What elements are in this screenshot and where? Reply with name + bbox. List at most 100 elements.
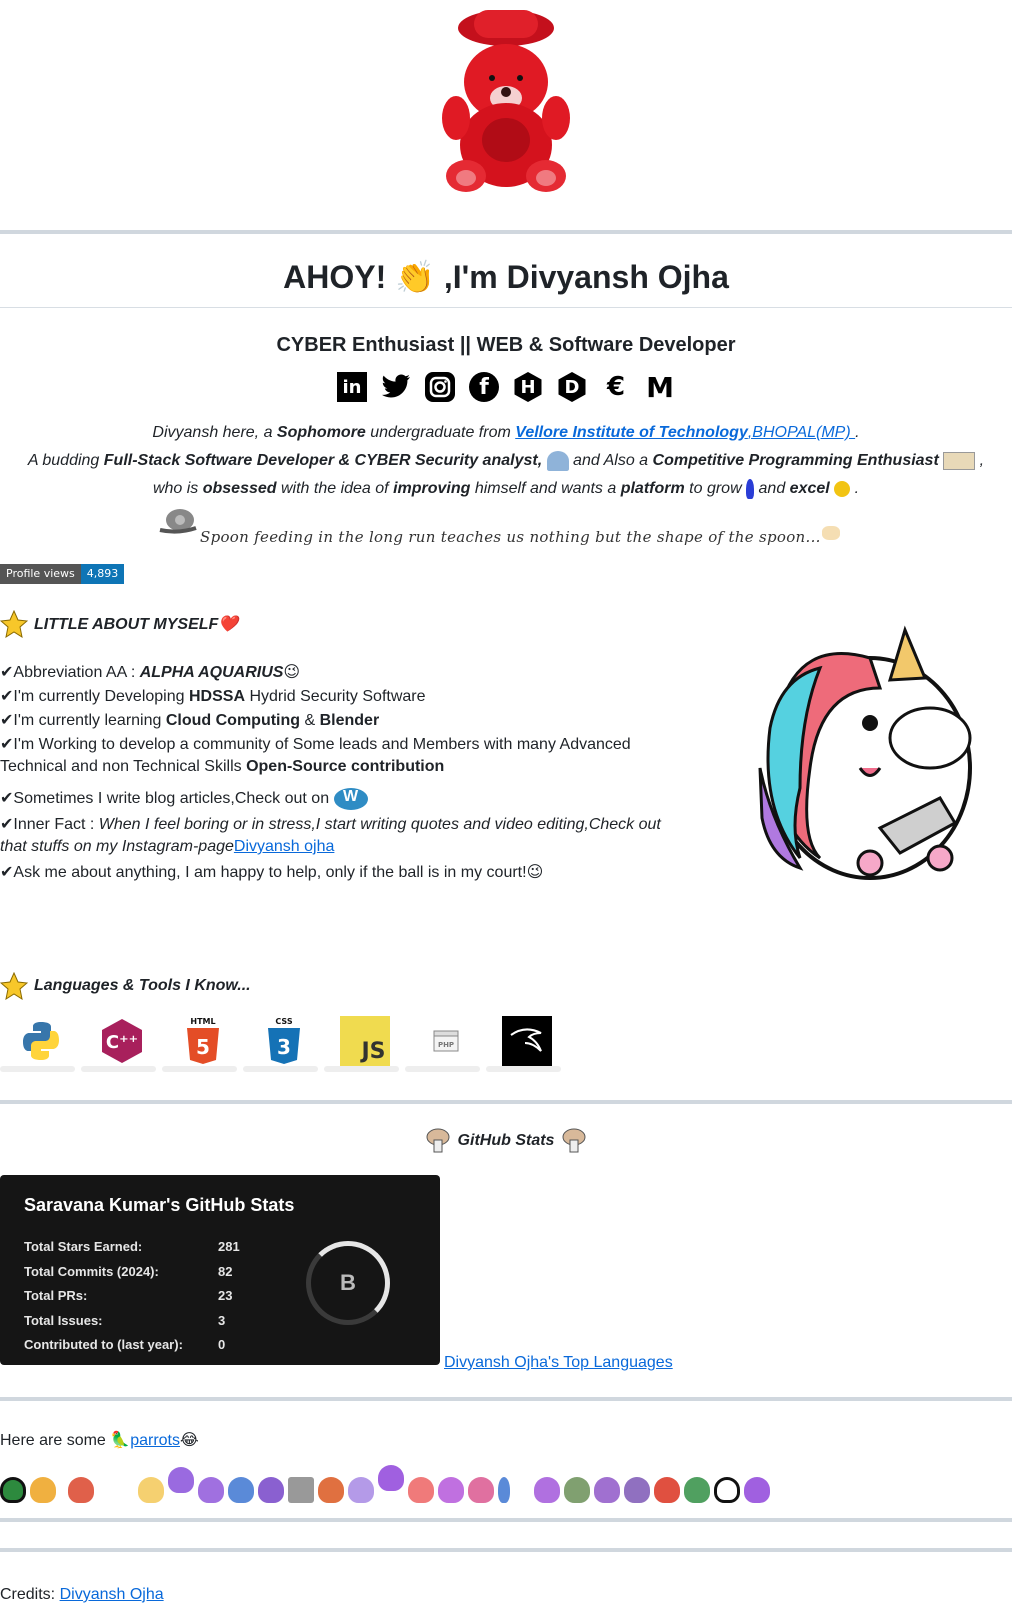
page-title: AHOY! 👏 ,I'm Divyansh Ojha [283,259,729,295]
parrot-icon [654,1477,680,1503]
about-item-3: ✔I'm currently learning Cloud Computing … [0,712,380,729]
credits-link[interactable]: Divyansh Ojha [60,1586,164,1603]
divider [0,1548,1012,1552]
parrot-icon [564,1477,590,1503]
dev-icon[interactable]: D [558,372,586,402]
parrot-icon [348,1477,374,1503]
divider [0,1518,1012,1522]
quote-text: Spoon feeding in the long run teaches us… [200,528,821,546]
html5-icon: HTML 5 [162,1016,243,1074]
intro-line-1: Divyansh here, a Sophomore undergraduate… [152,424,860,441]
parrot-icon [624,1477,650,1503]
parrot-gallery [0,1465,770,1503]
star-icon [0,971,29,1001]
stat-value: 3 [218,1313,226,1328]
hashnode-icon[interactable]: H [514,372,542,402]
gmail-icon[interactable]: M [645,371,675,404]
mushroom-icon [562,1128,586,1154]
top-languages-link[interactable]: Divyansh Ojha's Top Languages [444,1354,673,1372]
parrot-icon [318,1477,344,1503]
clap-icon: 👏 [395,259,435,295]
facebook-icon[interactable]: f [469,372,499,402]
parrot-icon [30,1477,56,1503]
parrot-icon [534,1477,560,1503]
about-item-2: ✔I'm currently Developing HDSSA Hydrid S… [0,688,426,705]
parrot-icon [68,1477,94,1503]
star-icon [0,609,29,639]
parrot-icon: 🦜 [110,1432,131,1449]
linkedin-icon[interactable]: in [337,372,367,402]
stat-label: Total PRs: [24,1288,88,1303]
parrot-icon [228,1477,254,1503]
parrots-link[interactable]: parrots [130,1432,180,1449]
about-title: LITTLE ABOUT MYSELF❤️ [0,609,238,639]
parrot-icon [168,1467,194,1493]
divider [0,1397,1012,1401]
python-icon [0,1016,81,1074]
stat-value: 0 [218,1337,226,1352]
subtitle: CYBER Enthusiast || WEB & Software Devel… [276,334,736,356]
about-item-6-cont: that stuffs on my Instagram-pageDivyansh… [0,838,335,855]
parrot-icon [378,1465,404,1491]
divider [0,230,1012,234]
languages-title: Languages & Tools I Know... [0,971,251,1001]
languages-list: C⁺⁺ HTML 5 CSS 3 JS PHP [0,1016,567,1074]
mushroom-icon [426,1128,450,1154]
stat-value: 23 [218,1288,233,1303]
parrots-line: Here are some 🦜parrots😂 [0,1432,199,1449]
parrot-icon [744,1477,770,1503]
coder-icon [943,452,976,470]
stat-value: 281 [218,1239,240,1254]
credits-line: Credits: Divyansh Ojha [0,1586,164,1603]
php-icon: PHP [405,1016,486,1074]
parrot-icon [714,1477,740,1503]
css3-icon: CSS 3 [243,1016,324,1074]
instagram-page-link[interactable]: Divyansh ojha [234,838,335,855]
rocket-icon [746,479,755,499]
teddy-bear-image [426,0,586,198]
wordpress-icon[interactable]: W [333,788,368,810]
stat-label: Contributed to (last year): [24,1337,183,1352]
parrot-icon [198,1477,224,1503]
svg-text:C⁺⁺: C⁺⁺ [105,1032,137,1053]
medal-icon [834,481,851,497]
parrot-icon [0,1477,26,1503]
instagram-icon[interactable] [425,372,455,402]
vit-link[interactable]: Vellore Institute of Technology,BHOPAL(M… [515,424,855,441]
divider [0,1100,1012,1104]
stat-label: Total Stars Earned: [24,1239,143,1254]
github-stats-heading: GitHub Stats [0,1128,1012,1154]
about-item-4-cont: Technical and non Technical Skills Open-… [0,758,445,775]
parrot-icon [594,1477,620,1503]
kali-linux-icon [486,1016,567,1074]
github-stats-card[interactable]: Saravana Kumar's GitHub Stats Total Star… [0,1175,440,1365]
hacker-icon [546,451,569,471]
stats-card-title: Saravana Kumar's GitHub Stats [24,1195,295,1215]
svg-text:CSS: CSS [275,1017,292,1026]
twitter-icon[interactable] [381,372,411,402]
svg-text:3: 3 [277,1035,291,1059]
pointing-hand-icon [822,526,840,540]
stat-label: Total Issues: [24,1313,103,1328]
about-item-5: ✔Sometimes I write blog articles,Check o… [0,788,368,810]
unicorn-laptop-image [740,618,980,890]
parrot-icon [138,1477,164,1503]
leetcode-icon[interactable]: € [601,372,631,402]
about-item-4: ✔I'm Working to develop a community of S… [0,736,631,753]
parrot-icon [468,1477,494,1503]
intro-line-3: who is obsessed with the idea of improvi… [152,479,860,499]
javascript-icon: JS [324,1016,405,1074]
about-item-7: ✔Ask me about anything, I am happy to he… [0,864,544,881]
stat-value: 82 [218,1264,233,1279]
parrot-icon [258,1477,284,1503]
profile-views-badge: Profile views 4,893 [0,564,125,584]
parrot-icon [498,1477,510,1503]
svg-text:PHP: PHP [437,1041,453,1049]
rank-ring: B [306,1241,390,1325]
cplusplus-icon: C⁺⁺ [81,1016,162,1074]
parrot-icon [684,1477,710,1503]
svg-text:HTML: HTML [190,1017,215,1026]
parrot-icon [438,1477,464,1503]
parrot-icon [408,1477,434,1503]
stat-label: Total Commits (2024): [24,1264,159,1279]
